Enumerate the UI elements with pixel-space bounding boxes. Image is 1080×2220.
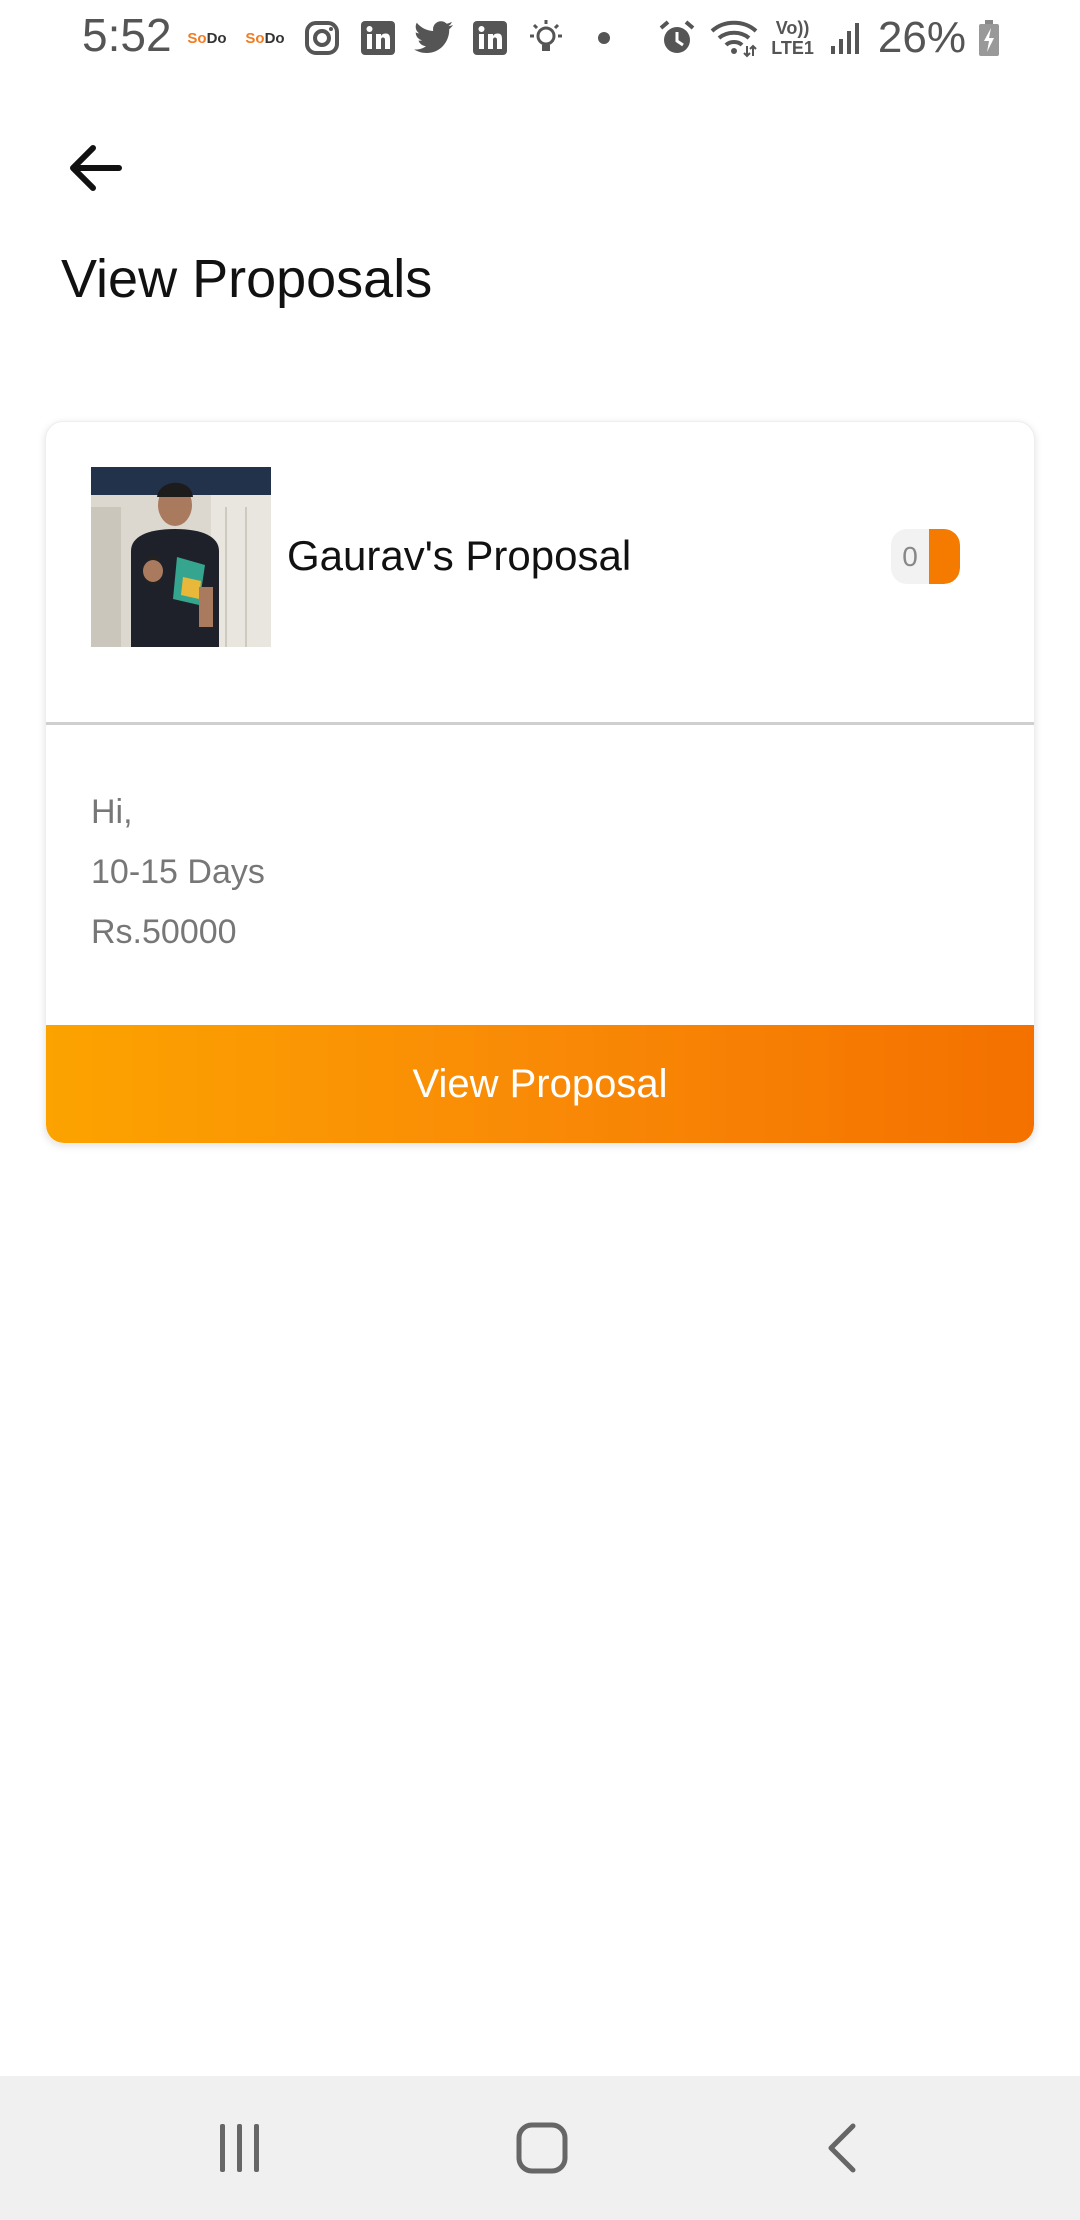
sodo-icon: SoDo bbox=[187, 29, 227, 47]
count-accent-bar bbox=[929, 529, 960, 584]
recent-apps-icon bbox=[220, 2124, 259, 2172]
proposal-name: Gaurav's Proposal bbox=[287, 532, 632, 579]
system-back-button[interactable] bbox=[803, 2116, 883, 2180]
navigation-bar bbox=[0, 2076, 1080, 2220]
battery-percent: 26% bbox=[877, 13, 966, 62]
wifi-icon bbox=[709, 18, 759, 58]
status-time: 5:52 bbox=[82, 9, 172, 61]
page-title: View Proposals bbox=[61, 249, 433, 309]
linkedin-icon bbox=[358, 18, 398, 58]
home-icon bbox=[516, 2122, 568, 2174]
home-button[interactable] bbox=[502, 2116, 582, 2180]
proposal-card[interactable]: Gaurav's Proposal 0 Hi, 10-15 Days Rs.50… bbox=[45, 421, 1035, 1144]
back-icon bbox=[828, 2123, 856, 2173]
lte-label: LTE1 bbox=[771, 38, 814, 58]
proposal-duration: 10-15 Days bbox=[91, 853, 265, 891]
screen: 5:52 SoDo SoDo Vo)) LTE1 26% View Propos… bbox=[0, 0, 1080, 2220]
back-button[interactable] bbox=[60, 132, 132, 204]
instagram-icon bbox=[302, 18, 342, 58]
volte-label: Vo)) bbox=[775, 18, 810, 38]
volte-icon: Vo)) LTE1 bbox=[771, 18, 814, 58]
bulb-icon bbox=[526, 18, 566, 58]
dot-icon bbox=[598, 32, 610, 44]
card-divider bbox=[46, 722, 1034, 725]
avatar[interactable] bbox=[91, 467, 271, 647]
twitter-icon bbox=[414, 18, 454, 58]
proposal-price: Rs.50000 bbox=[91, 913, 237, 951]
signal-icon bbox=[826, 18, 866, 58]
arrow-left-icon bbox=[70, 145, 122, 191]
sodo-icon: SoDo bbox=[245, 29, 285, 47]
alarm-icon bbox=[657, 18, 697, 58]
linkedin-icon bbox=[470, 18, 510, 58]
proposal-greeting: Hi, bbox=[91, 793, 133, 831]
system-icons: Vo)) LTE1 26% bbox=[657, 10, 1000, 66]
proposal-details: Hi, 10-15 Days Rs.50000 bbox=[91, 782, 265, 962]
recent-apps-button[interactable] bbox=[200, 2116, 280, 2180]
proposal-count-badge[interactable]: 0 bbox=[891, 529, 960, 584]
proposal-count: 0 bbox=[902, 540, 918, 572]
notification-icons: SoDo SoDo bbox=[186, 14, 610, 62]
battery-charging-icon bbox=[978, 18, 1000, 58]
status-bar: 5:52 SoDo SoDo Vo)) LTE1 26% bbox=[0, 0, 1080, 78]
proposal-card-header: Gaurav's Proposal 0 bbox=[46, 422, 1034, 723]
view-proposal-button[interactable]: View Proposal bbox=[46, 1025, 1034, 1143]
